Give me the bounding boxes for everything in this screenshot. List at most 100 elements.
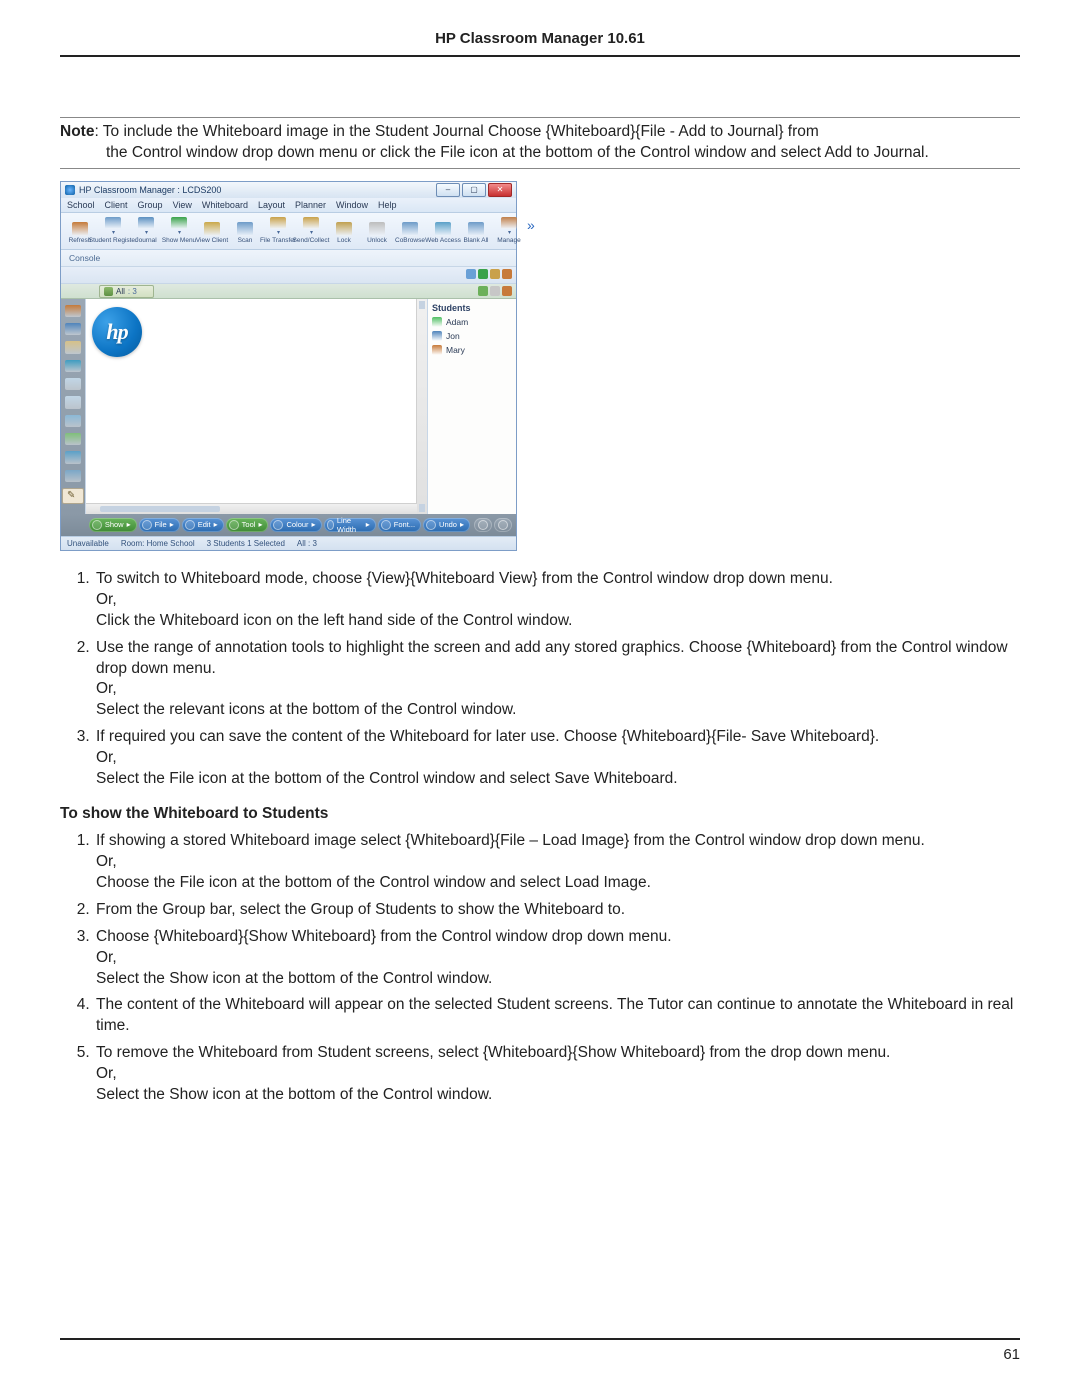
group-tab-count: : 3 <box>128 287 137 296</box>
student-item[interactable]: Adam <box>432 317 512 327</box>
group-add-icon[interactable] <box>478 286 488 296</box>
student-item[interactable]: Mary <box>432 345 512 355</box>
survey-icon[interactable] <box>65 415 81 427</box>
menu-whiteboard[interactable]: Whiteboard <box>202 200 248 210</box>
minimize-button[interactable]: – <box>436 183 460 197</box>
group-del-icon[interactable] <box>502 286 512 296</box>
show-step-4: The content of the Whiteboard will appea… <box>94 995 1020 1037</box>
undo-tool-icon <box>426 520 436 530</box>
student-item[interactable]: Jon <box>432 331 512 341</box>
menu-school[interactable]: School <box>67 200 95 210</box>
maximize-button[interactable]: ▢ <box>462 183 486 197</box>
file-transfer-label: File Transfer <box>260 238 296 245</box>
show-step-5-text: To remove the Whiteboard from Student sc… <box>96 1044 890 1061</box>
file-tool[interactable]: File▸ <box>139 518 180 532</box>
whiteboard-canvas[interactable]: hp <box>85 299 428 514</box>
undo-tool[interactable]: Undo▸ <box>423 518 470 532</box>
menu-help[interactable]: Help <box>378 200 397 210</box>
window-titlebar[interactable]: HP Classroom Manager : LCDS200 – ▢ ✕ <box>61 182 516 198</box>
step-2-or: Or, <box>96 679 1020 700</box>
workspace: hp Students AdamJonMary <box>61 299 516 514</box>
student-register-button[interactable]: ▾Student Register <box>98 217 128 245</box>
journal-icon <box>138 217 154 230</box>
rb-icon-1[interactable] <box>466 269 476 279</box>
chat-icon[interactable] <box>65 341 81 353</box>
page-footer: 61 <box>60 1338 1020 1363</box>
show-step-5-alt: Select the Show icon at the bottom of th… <box>96 1085 1020 1106</box>
line-width-tool[interactable]: Line Width▸ <box>324 518 376 532</box>
rewards-icon[interactable] <box>65 470 81 482</box>
coview-button[interactable]: CoBrowse <box>395 217 425 245</box>
menu-group[interactable]: Group <box>138 200 163 210</box>
manage-button[interactable]: ▾Manage <box>494 217 524 245</box>
menu-layout[interactable]: Layout <box>258 200 285 210</box>
file-transfer-button[interactable]: ▾File Transfer <box>263 217 293 245</box>
show-step-2-text: From the Group bar, select the Group of … <box>96 901 625 918</box>
menu-planner[interactable]: Planner <box>295 200 326 210</box>
step-1-alt: Click the Whiteboard icon on the left ha… <box>96 611 1020 632</box>
note-block: Note: To include the Whiteboard image in… <box>60 117 1020 169</box>
note-label: Note <box>60 123 94 140</box>
file-transfer-icon <box>270 217 286 230</box>
testing-icon[interactable] <box>65 433 81 445</box>
horizontal-scrollbar[interactable] <box>86 503 417 514</box>
students-panel: Students AdamJonMary <box>428 299 516 514</box>
show-menu-button[interactable]: ▾Show Menu <box>164 217 194 245</box>
web-icon[interactable] <box>65 360 81 372</box>
file-tool-label: File <box>155 520 167 529</box>
font-tool[interactable]: Font... <box>378 518 421 532</box>
send-collect-button[interactable]: ▾Send/Collect <box>296 217 326 245</box>
steps-list-1: To switch to Whiteboard mode, choose {Vi… <box>60 569 1020 790</box>
step-1-or: Or, <box>96 590 1020 611</box>
student-register-label: Student Register <box>89 238 137 245</box>
scan-label: Scan <box>238 238 253 245</box>
show-menu-dropdown-arrow-icon: ▾ <box>178 229 181 236</box>
step-2-alt: Select the relevant icons at the bottom … <box>96 700 1020 721</box>
vertical-scrollbar[interactable] <box>416 299 427 514</box>
toolbar-overflow-arrow-icon[interactable]: » <box>527 217 541 245</box>
student-register-icon <box>105 217 121 230</box>
rb-icon-4[interactable] <box>502 269 512 279</box>
status-all: All : 3 <box>297 539 317 548</box>
edit-tool[interactable]: Edit▸ <box>182 518 224 532</box>
questions-icon[interactable] <box>65 451 81 463</box>
rb-icon-3[interactable] <box>490 269 500 279</box>
rb-icon-2[interactable] <box>478 269 488 279</box>
menu-client[interactable]: Client <box>105 200 128 210</box>
lock-button[interactable]: Lock <box>329 217 359 245</box>
journal-button[interactable]: ▾Journal <box>131 217 161 245</box>
view-client-button[interactable]: View Client <box>197 217 227 245</box>
document-body: To switch to Whiteboard mode, choose {Vi… <box>60 569 1020 1106</box>
classes-icon[interactable] <box>65 305 81 317</box>
menu-window[interactable]: Window <box>336 200 368 210</box>
group-avatar-icon <box>104 287 113 296</box>
unlock-button[interactable]: Unlock <box>362 217 392 245</box>
tool-tool[interactable]: Tool▸ <box>226 518 269 532</box>
close-button[interactable]: ✕ <box>488 183 512 197</box>
step-2: Use the range of annotation tools to hig… <box>94 638 1020 722</box>
menu-view[interactable]: View <box>173 200 192 210</box>
scan-button[interactable]: Scan <box>230 217 260 245</box>
trailing-tool-2[interactable] <box>494 518 512 532</box>
apps-icon[interactable] <box>65 378 81 390</box>
bottom-toolbar: Show▸File▸Edit▸Tool▸Colour▸Line Width▸Fo… <box>61 514 516 536</box>
colour-tool[interactable]: Colour▸ <box>270 518 321 532</box>
show-tool[interactable]: Show▸ <box>89 518 137 532</box>
note-line2: the Control window drop down menu or cli… <box>60 143 1020 164</box>
trailing-tool-1[interactable] <box>474 518 492 532</box>
blank-all-label: Blank All <box>464 238 489 245</box>
web-access-button[interactable]: Web Access <box>428 217 458 245</box>
group-gear-icon[interactable] <box>490 286 500 296</box>
group-tab-all[interactable]: All: 3 <box>99 285 154 298</box>
send-collect-dropdown-arrow-icon: ▾ <box>310 229 313 236</box>
whiteboard-icon[interactable] <box>65 323 81 335</box>
status-counts: 3 Students 1 Selected <box>207 539 285 548</box>
manage-icon <box>501 217 517 230</box>
colour-tool-icon <box>273 520 283 530</box>
devices-icon[interactable] <box>65 396 81 408</box>
refresh-icon <box>72 222 88 236</box>
journal-label: Journal <box>135 238 156 245</box>
trailing-tool-1-icon <box>478 520 488 530</box>
lesson-plan-icon[interactable] <box>62 488 84 504</box>
blank-all-button[interactable]: Blank All <box>461 217 491 245</box>
